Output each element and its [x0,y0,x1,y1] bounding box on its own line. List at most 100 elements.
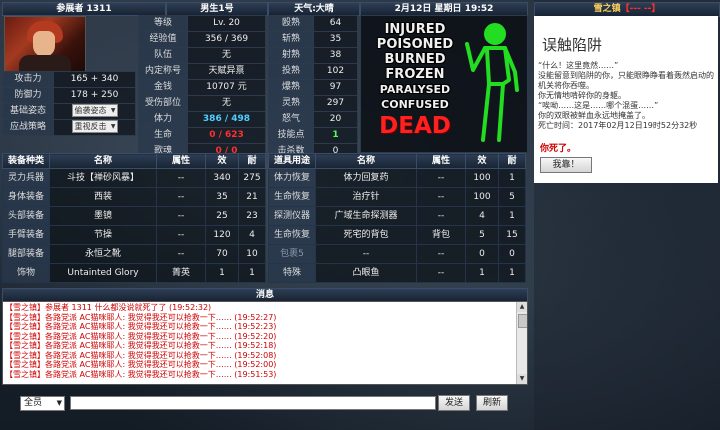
message-log[interactable]: 【雪之镇】参展者 1311 什么都没说就死了了 (19:52:32) 【雪之镇】各… [2,301,528,385]
status-burned: BURNED [384,52,446,67]
item-row[interactable]: 生命恢复 死宅的背包 背包 5 15 [268,225,526,245]
defense-label: 防御力 [2,87,54,104]
equipment-row[interactable]: 身体装备 西装 -- 35 21 [2,187,266,207]
equip-effect: 25 [205,206,239,226]
item-row[interactable]: 特殊 凸眼鱼 -- 1 1 [268,263,526,283]
message-scrollbar[interactable]: ▲ ▼ [516,302,527,384]
hp-value: 0 / 623 [187,127,266,144]
chat-input[interactable] [70,396,436,410]
skill-points-label: 技能点 [268,127,314,144]
chevron-down-icon: ▼ [56,399,62,407]
message-line: 【雪之镇】各路党派 AC猫咪耶人: 我觉得我还可以抢救一下…… (19:52:2… [5,331,277,341]
skill-label: 投熟 [268,63,314,80]
item-use: 体力恢复 [268,168,316,188]
stat-label: 队伍 [138,47,188,64]
equip-effect: 70 [205,244,239,264]
stance-label: 基础姿态 [2,103,54,120]
status-injured: INJURED [384,22,446,37]
refresh-button[interactable]: 刷新 [476,395,508,411]
equipment-row[interactable]: 饰物 Untainted Glory 菁英 1 1 [2,263,266,283]
equipment-row[interactable]: 腿部装备 永恒之靴 -- 70 10 [2,244,266,264]
item-effect: 100 [465,187,499,207]
stance-select[interactable]: 偷袭姿态 [71,104,118,117]
item-use: 探测仪器 [268,206,316,226]
strategy-label: 应战策略 [2,119,54,136]
event-paragraph: 没能留意到陷阱的你，只能眼睁睁看着轰然启动的机关将你吞噬。 [538,71,714,90]
hp-label: 生命 [138,127,188,144]
items-table: 道具用途 名称 属性 效 耐 体力恢复 体力回复药 -- 100 1 生命恢复 治疗针 -- 1… [268,153,526,283]
item-attr: -- [416,263,466,283]
combat-stats-table: 攻击力 165 + 340 防御力 178 + 250 基础姿态 偷袭姿态 应战… [2,71,136,136]
equip-type: 手臂装备 [2,225,50,245]
stat-label: 等级 [138,15,188,32]
item-effect: 100 [465,168,499,188]
status-list: INJURED POISONED BURNED FROZEN PARALYSED… [375,22,455,140]
equipment-row[interactable]: 头部装备 墨镜 -- 25 23 [2,206,266,226]
equip-effect: 120 [205,225,239,245]
location-header: 雪之镇【--- --】 [534,2,720,17]
item-row[interactable]: 探测仪器 广域生命探测器 -- 4 1 [268,206,526,226]
equip-attr: -- [156,187,206,207]
equipment-row[interactable]: 手臂装备 节操 -- 120 4 [2,225,266,245]
scroll-up-icon[interactable]: ▲ [517,302,527,312]
item-row[interactable]: 包裹5 -- -- 0 0 [268,244,526,264]
status-frozen: FROZEN [385,67,445,82]
location-name: 雪之镇 [593,4,621,14]
event-paragraph: 你无情地啃碎你的身躯。 [538,91,626,100]
event-paragraph: 死亡时间：2017年02月12日19时52分32秒 [538,121,698,130]
equip-durability: 21 [238,187,266,207]
stat-label: 受伤部位 [138,95,188,112]
equip-attr: -- [156,206,206,226]
equip-name[interactable]: 斗技【禅砂风暴】 [49,168,157,188]
item-row[interactable]: 体力恢复 体力回复药 -- 100 1 [268,168,526,188]
strategy-select[interactable]: 重视反击 [71,120,118,133]
item-name[interactable]: -- [315,244,417,264]
send-button[interactable]: 发送 [438,395,470,411]
strategy-cell: 重视反击 [53,119,136,136]
item-durability: 15 [498,225,526,245]
stat-value: 10707 元 [187,79,266,96]
item-row[interactable]: 生命恢复 治疗针 -- 100 5 [268,187,526,207]
stat-value: Lv. 20 [187,15,266,32]
skill-value: 297 [313,95,358,112]
item-attr: -- [416,187,466,207]
message-line: 【雪之镇】各路党派 AC猫咪耶人: 我觉得我还可以抢救一下…… (19:52:2… [5,312,277,322]
item-name[interactable]: 死宅的背包 [315,225,417,245]
equip-name[interactable]: Untainted Glory [49,263,157,283]
scroll-thumb[interactable] [518,314,527,328]
datetime-header: 2月12日 星期日 19:52 [360,2,528,16]
item-name[interactable]: 体力回复药 [315,168,417,188]
item-header-effect: 效 [465,153,499,169]
revive-button[interactable]: 我靠！ [540,157,592,173]
item-effect: 4 [465,206,499,226]
equip-name[interactable]: 西装 [49,187,157,207]
equip-durability: 275 [238,168,266,188]
channel-select[interactable]: 全员 ▼ [20,396,65,411]
equip-name[interactable]: 永恒之靴 [49,244,157,264]
scroll-down-icon[interactable]: ▼ [517,374,527,384]
message-line: 【雪之镇】各路党派 AC猫咪耶人: 我觉得我还可以抢救一下…… (19:51:5… [5,369,277,379]
equip-durability: 23 [238,206,266,226]
status-dead: DEAD [379,113,451,139]
event-paragraph: 你的双眼被鲜血永远地掩盖了。 [538,111,650,120]
item-name[interactable]: 广域生命探测器 [315,206,417,226]
status-panel: INJURED POISONED BURNED FROZEN PARALYSED… [360,15,528,153]
item-durability: 1 [498,206,526,226]
message-line: 【雪之镇】各路党派 AC猫咪耶人: 我觉得我还可以抢救一下…… (19:52:0… [5,350,277,360]
equipment-row[interactable]: 灵力兵器 斗技【禅砂风暴】 -- 340 275 [2,168,266,188]
item-effect: 5 [465,225,499,245]
item-durability: 5 [498,187,526,207]
event-paragraph: “什么！这里竟然……” [538,61,619,70]
player-name-header: 参展者 1311 [2,2,166,16]
equip-name[interactable]: 节操 [49,225,157,245]
equip-effect: 1 [205,263,239,283]
equip-type: 饰物 [2,263,50,283]
status-paralysed: PARALYSED [379,83,451,96]
skill-label: 斩熟 [268,31,314,48]
equipment-table: 装备种类 名称 属性 效 耐 灵力兵器 斗技【禅砂风暴】 -- 340 275 身体装备西… [2,153,266,283]
equip-name[interactable]: 墨镜 [49,206,157,226]
item-name[interactable]: 凸眼鱼 [315,263,417,283]
item-name[interactable]: 治疗针 [315,187,417,207]
item-header-use: 道具用途 [268,153,316,169]
stat-value: 无 [187,47,266,64]
